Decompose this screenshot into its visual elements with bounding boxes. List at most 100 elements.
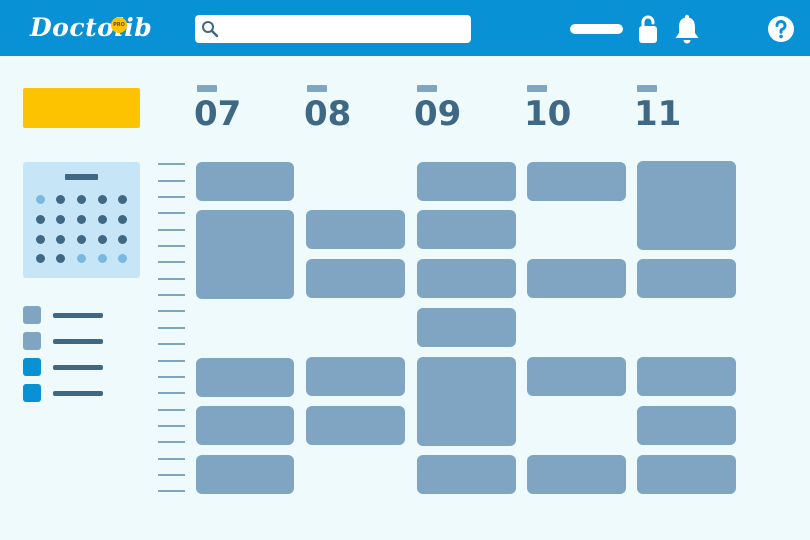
- day-header[interactable]: 11: [634, 84, 694, 134]
- appointment-block[interactable]: [417, 162, 516, 201]
- time-tick: [158, 458, 185, 460]
- logo[interactable]: Doctolib: [30, 13, 152, 43]
- mini-calendar-day[interactable]: [98, 235, 107, 244]
- mini-calendar-day[interactable]: [77, 235, 86, 244]
- agenda-filter[interactable]: [23, 384, 133, 402]
- time-tick: [158, 343, 185, 345]
- day-number: 09: [414, 94, 462, 134]
- weekday-label: [527, 85, 547, 92]
- mini-calendar-day[interactable]: [77, 254, 86, 263]
- appointment-block[interactable]: [306, 406, 405, 445]
- appointment-block[interactable]: [306, 210, 405, 249]
- day-header[interactable]: 09: [414, 84, 474, 134]
- time-tick: [158, 360, 185, 362]
- mini-calendar-day[interactable]: [98, 254, 107, 263]
- appointment-block[interactable]: [417, 455, 516, 494]
- appointment-block[interactable]: [417, 210, 516, 249]
- mini-calendar-day[interactable]: [118, 235, 127, 244]
- weekday-label: [637, 85, 657, 92]
- day-number: 10: [524, 94, 572, 134]
- weekday-label: [417, 85, 437, 92]
- new-appointment-button[interactable]: [23, 88, 140, 128]
- appointment-block[interactable]: [637, 455, 736, 494]
- mini-calendar-day[interactable]: [118, 195, 127, 204]
- search-input[interactable]: [195, 15, 471, 43]
- mini-calendar-day[interactable]: [77, 195, 86, 204]
- mini-calendar-day[interactable]: [98, 195, 107, 204]
- time-tick: [158, 294, 185, 296]
- agenda-filter-checkbox[interactable]: [23, 384, 41, 402]
- appointment-block[interactable]: [196, 455, 294, 494]
- mini-calendar-day[interactable]: [56, 254, 65, 263]
- mini-calendar-day[interactable]: [36, 254, 45, 263]
- agenda-filter[interactable]: [23, 306, 133, 324]
- time-tick: [158, 474, 185, 476]
- time-tick: [158, 245, 185, 247]
- time-tick: [158, 327, 185, 329]
- time-tick: [158, 180, 185, 182]
- mini-calendar-day[interactable]: [56, 195, 65, 204]
- appointment-block[interactable]: [637, 406, 736, 445]
- appointment-block[interactable]: [306, 259, 405, 298]
- appointment-block[interactable]: [196, 406, 294, 445]
- agenda-filter[interactable]: [23, 358, 133, 376]
- appointment-block[interactable]: [417, 357, 516, 446]
- time-tick: [158, 409, 185, 411]
- time-tick: [158, 441, 185, 443]
- appointment-block[interactable]: [637, 259, 736, 298]
- time-tick: [158, 278, 185, 280]
- time-tick: [158, 229, 185, 231]
- day-header[interactable]: 08: [304, 84, 364, 134]
- agenda-filter[interactable]: [23, 332, 133, 350]
- time-tick: [158, 425, 185, 427]
- day-header[interactable]: 10: [524, 84, 584, 134]
- agenda-filter-checkbox[interactable]: [23, 332, 41, 350]
- help-icon[interactable]: [767, 15, 795, 43]
- agenda-filter-label: [53, 365, 103, 370]
- appointment-block[interactable]: [306, 357, 405, 396]
- mini-calendar-day[interactable]: [36, 195, 45, 204]
- appointment-block[interactable]: [527, 455, 626, 494]
- agenda-filter-checkbox[interactable]: [23, 306, 41, 324]
- mini-calendar-day[interactable]: [56, 215, 65, 224]
- pro-badge: PRO: [111, 17, 127, 33]
- day-number: 07: [194, 94, 242, 134]
- appointment-block[interactable]: [527, 162, 626, 201]
- appointment-block[interactable]: [417, 308, 516, 347]
- weekday-label: [197, 85, 217, 92]
- mini-calendar-day[interactable]: [56, 235, 65, 244]
- mini-calendar[interactable]: [23, 162, 140, 278]
- time-tick: [158, 261, 185, 263]
- weekday-label: [307, 85, 327, 92]
- mini-calendar-day[interactable]: [36, 215, 45, 224]
- mini-calendar-day[interactable]: [98, 215, 107, 224]
- lock-icon[interactable]: [638, 14, 658, 44]
- appointment-block[interactable]: [527, 357, 626, 396]
- user-menu-button[interactable]: [570, 24, 623, 34]
- time-tick: [158, 392, 185, 394]
- appointment-block[interactable]: [637, 357, 736, 396]
- time-tick: [158, 490, 185, 492]
- mini-calendar-day[interactable]: [118, 254, 127, 263]
- agenda-filter-label: [53, 313, 103, 318]
- day-number: 08: [304, 94, 352, 134]
- time-tick: [158, 212, 185, 214]
- bell-icon[interactable]: [672, 14, 702, 44]
- day-number: 11: [634, 94, 682, 134]
- search-icon: [202, 21, 219, 38]
- appointment-block[interactable]: [196, 210, 294, 299]
- mini-calendar-day[interactable]: [118, 215, 127, 224]
- agenda-filter-checkbox[interactable]: [23, 358, 41, 376]
- time-tick: [158, 376, 185, 378]
- time-tick: [158, 163, 185, 165]
- appointment-block[interactable]: [527, 259, 626, 298]
- appointment-block[interactable]: [196, 358, 294, 397]
- appointment-block[interactable]: [417, 259, 516, 298]
- day-header[interactable]: 07: [194, 84, 254, 134]
- time-tick: [158, 310, 185, 312]
- mini-calendar-day[interactable]: [36, 235, 45, 244]
- appointment-block[interactable]: [196, 162, 294, 201]
- appointment-block[interactable]: [637, 161, 736, 250]
- mini-calendar-month: [65, 174, 98, 180]
- mini-calendar-day[interactable]: [77, 215, 86, 224]
